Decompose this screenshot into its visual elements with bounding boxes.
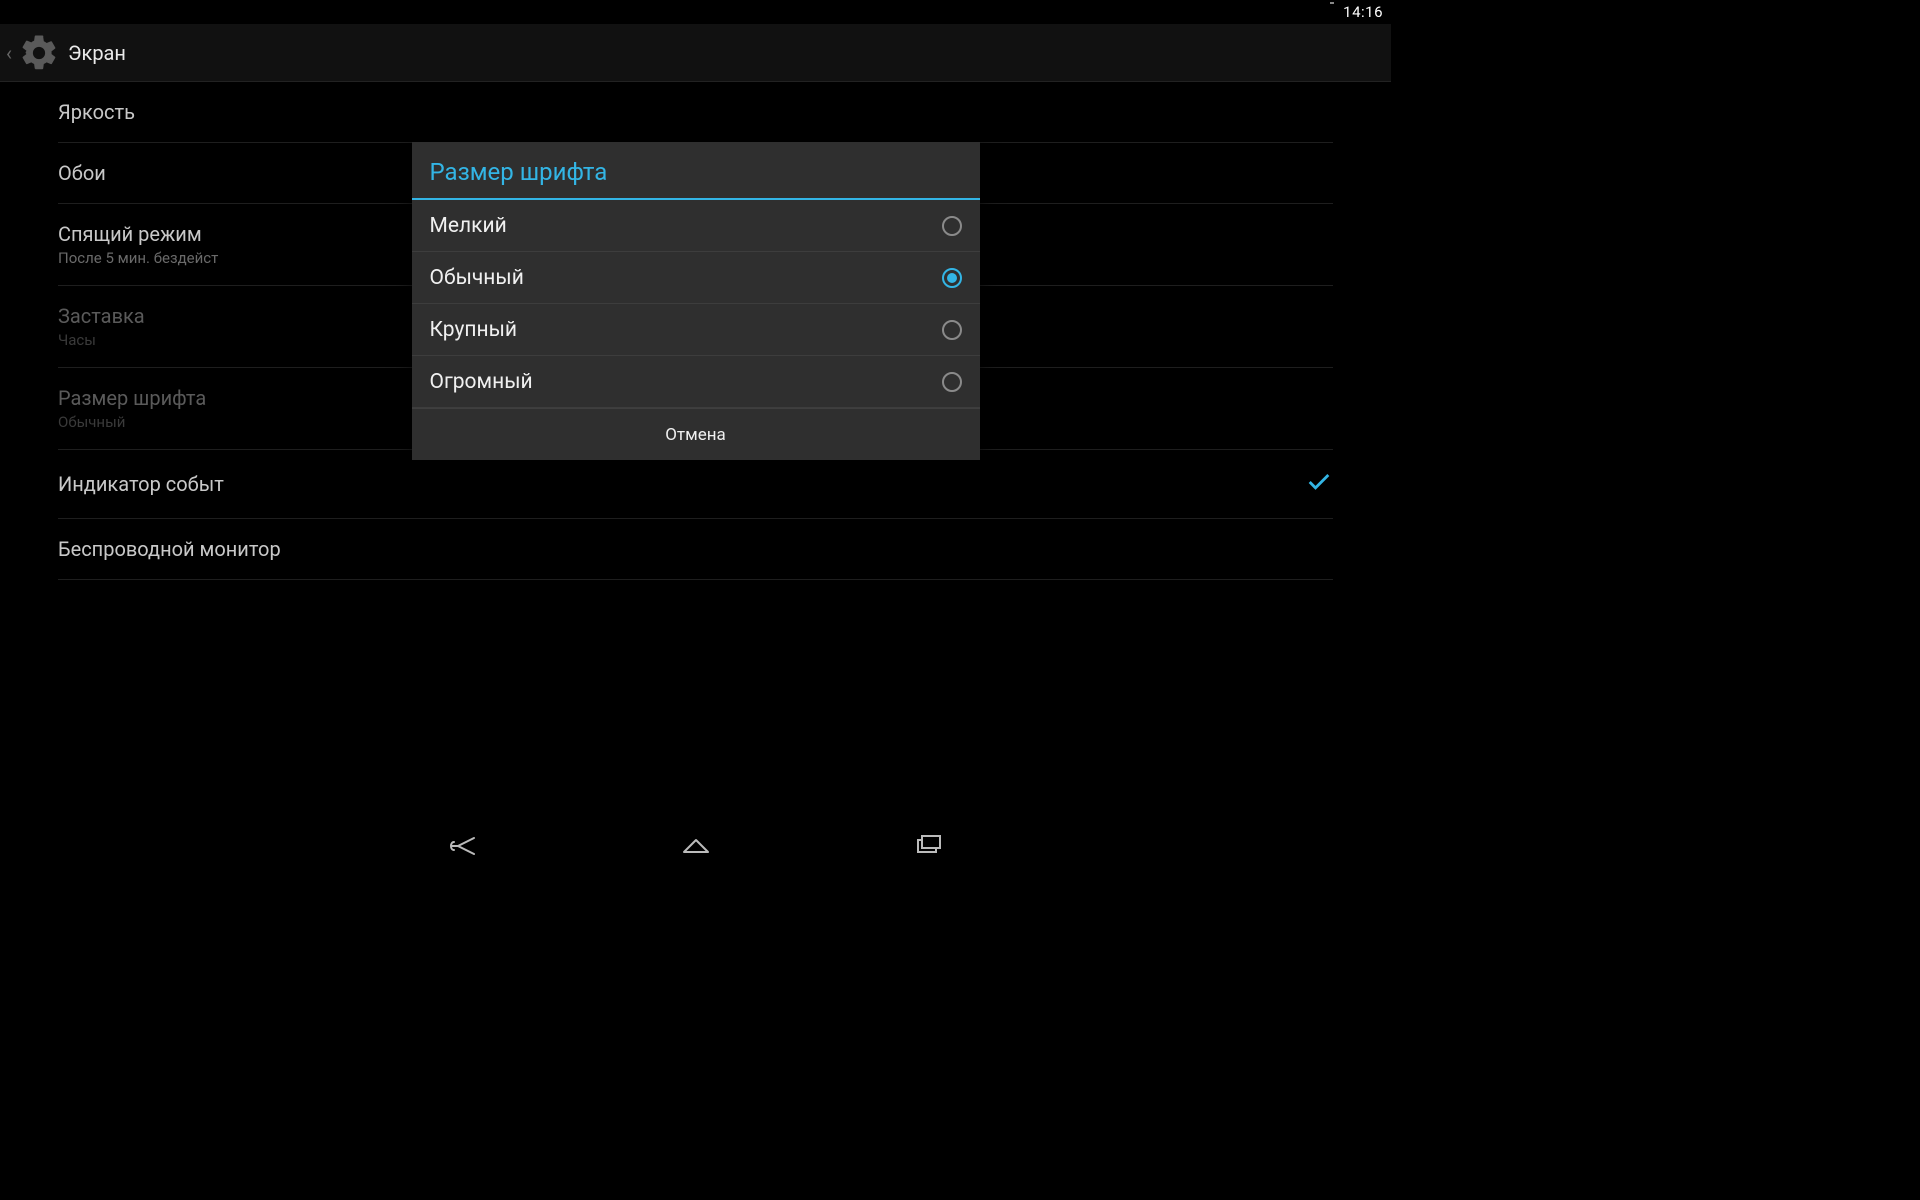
setting-notification-led[interactable]: Индикатор событ [58, 450, 1333, 519]
font-option-small[interactable]: Мелкий [412, 200, 980, 252]
setting-wireless-display[interactable]: Беспроводной монитор [58, 519, 1333, 580]
radio-icon[interactable] [942, 372, 962, 392]
cancel-button[interactable]: Отмена [665, 425, 726, 445]
checkbox-checked-icon[interactable] [1305, 468, 1333, 500]
dialog-header: Размер шрифта [412, 142, 980, 200]
setting-title: Яркость [58, 100, 1333, 124]
status-bar: 14:16 [0, 0, 1391, 24]
option-label: Крупный [430, 318, 942, 342]
font-option-normal[interactable]: Обычный [412, 252, 980, 304]
navigation-bar [0, 822, 1391, 870]
dialog-footer: Отмена [412, 408, 980, 460]
font-option-huge[interactable]: Огромный [412, 356, 980, 408]
nav-home-button[interactable] [675, 825, 717, 867]
option-label: Обычный [430, 266, 942, 290]
setting-brightness[interactable]: Яркость [58, 82, 1333, 143]
status-time: 14:16 [1343, 3, 1383, 21]
dialog-title: Размер шрифта [430, 158, 962, 186]
font-size-dialog: Размер шрифта Мелкий Обычный Крупный Огр… [412, 142, 980, 460]
radio-selected-icon[interactable] [942, 268, 962, 288]
font-option-large[interactable]: Крупный [412, 304, 980, 356]
nav-recents-button[interactable] [907, 825, 949, 867]
action-bar[interactable]: ‹ Экран [0, 24, 1391, 82]
battery-icon [1327, 4, 1337, 20]
setting-title: Беспроводной монитор [58, 537, 1333, 561]
option-label: Огромный [430, 370, 942, 394]
radio-icon[interactable] [942, 216, 962, 236]
settings-gear-icon [16, 30, 62, 76]
nav-back-button[interactable] [443, 825, 485, 867]
setting-title: Индикатор событ [58, 472, 1305, 496]
back-caret-icon[interactable]: ‹ [6, 41, 12, 65]
option-label: Мелкий [430, 214, 942, 238]
page-title: Экран [68, 41, 126, 65]
radio-icon[interactable] [942, 320, 962, 340]
